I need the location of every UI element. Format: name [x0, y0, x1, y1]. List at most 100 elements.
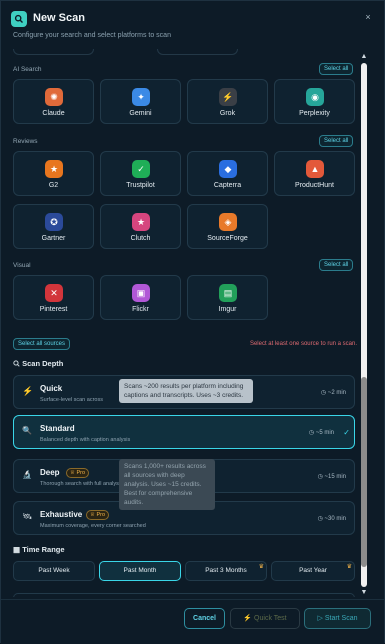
vertical-scrollbar[interactable]: ▲ ▼ [358, 51, 370, 599]
depth-name: Quick [40, 384, 63, 393]
platform-label: Imgur [218, 306, 237, 313]
modal-footer: Cancel ⚡ Quick Test ▷ Start Scan [1, 599, 384, 644]
select-all-reviews-button[interactable]: Select all [319, 135, 354, 147]
modal-header: New Scan Configure your search and selec… [11, 11, 374, 51]
platform-tile-capterra[interactable]: ◆ Capterra [187, 151, 268, 196]
select-all-ai-search-button[interactable]: Select all [319, 63, 354, 75]
pro-badge: ♕ Pro [86, 510, 110, 520]
platform-tile-sourceforge[interactable]: ◈ SourceForge [187, 204, 268, 249]
grok-icon: ⚡ [219, 88, 237, 106]
modal-subtitle: Configure your search and select platfor… [13, 32, 171, 39]
scan-options-scroll-area[interactable]: AI Search Select all ✺ Claude ✦ Gemini ⚡… [11, 49, 361, 597]
no-source-warning: Select at least one source to run a scan… [249, 341, 357, 347]
pro-label: Pro [96, 512, 106, 518]
modal-title: New Scan [33, 12, 85, 24]
g2-icon: ★ [45, 160, 63, 178]
depth-time: ◷ ~15 min [317, 474, 346, 480]
pinterest-icon: ✕ [45, 284, 63, 302]
time-range-past-year[interactable]: Past Year ♛ [271, 561, 355, 581]
clutch-icon: ★ [132, 213, 150, 231]
crown-icon: ♛ [258, 564, 264, 570]
cancel-button[interactable]: Cancel [184, 608, 225, 629]
depth-time-value: ~15 min [324, 474, 346, 480]
pro-badge: ♕ Pro [66, 468, 90, 478]
select-all-sources-button[interactable]: Select all sources [13, 338, 71, 350]
satellite-icon: 🛰 [22, 512, 33, 521]
platform-tile-gemini[interactable]: ✦ Gemini [100, 79, 181, 124]
sourceforge-icon: ◈ [219, 213, 237, 231]
producthunt-icon: ▲ [306, 160, 324, 178]
scrollbar-thumb[interactable] [361, 377, 367, 567]
time-range-label: Past 3 Months [205, 567, 247, 574]
play-icon: ▷ [317, 615, 323, 622]
platform-label: Trustpilot [126, 182, 155, 189]
depth-description: Surface-level scan across [40, 397, 103, 403]
scan-depth-heading: Scan Depth [13, 359, 63, 368]
platform-tile-imgur[interactable]: ▤ Imgur [187, 275, 268, 320]
time-range-label: Time Range [22, 545, 65, 554]
capterra-icon: ◆ [219, 160, 237, 178]
depth-time: ◷ ~5 min [308, 430, 334, 436]
start-scan-button[interactable]: ▷ Start Scan [304, 608, 371, 629]
platform-label: Perplexity [299, 110, 330, 117]
platform-label: G2 [48, 182, 59, 189]
platform-tile-pinterest[interactable]: ✕ Pinterest [13, 275, 94, 320]
platform-label: SourceForge [207, 235, 248, 242]
magnifier-icon: 🔍 [22, 426, 32, 435]
time-range-past-week[interactable]: Past Week [13, 561, 95, 581]
scroll-down-icon[interactable]: ▼ [360, 589, 368, 597]
platform-label: Grok [219, 110, 236, 117]
microscope-icon: 🔬 [22, 470, 32, 479]
platform-label: Clutch [130, 235, 151, 242]
platform-tile-trustpilot[interactable]: ✓ Trustpilot [100, 151, 181, 196]
time-range-heading: ▦ Time Range [13, 545, 65, 554]
depth-description: Balanced depth with caption analysis [40, 437, 131, 443]
depth-time-value: ~5 min [315, 430, 334, 436]
standard-tooltip: Scans ~200 results per platform includin… [119, 379, 253, 403]
platform-tile-clutch[interactable]: ★ Clutch [100, 204, 181, 249]
calendar-icon: ▦ [13, 545, 21, 554]
depth-name: Deep [40, 468, 60, 477]
section-label-reviews: Reviews [13, 138, 38, 145]
platform-tile-gartner[interactable]: ✪ Gartner [13, 204, 94, 249]
platform-tile-claude[interactable]: ✺ Claude [13, 79, 94, 124]
close-icon[interactable]: × [362, 11, 374, 23]
claude-icon: ✺ [45, 88, 63, 106]
depth-description: Maximum coverage, every corner searched [40, 523, 146, 529]
quick-test-button[interactable]: ⚡ Quick Test [230, 608, 300, 629]
depth-name: Standard [40, 424, 75, 433]
section-label-visual: Visual [13, 262, 31, 269]
search-logo-icon [11, 11, 27, 27]
checkmark-icon: ✓ [343, 428, 350, 437]
depth-time-value: ~30 min [324, 516, 346, 522]
search-icon [13, 360, 20, 367]
deep-tooltip: Scans 1,000+ results across all sources … [119, 459, 215, 510]
crown-icon: ♛ [346, 564, 352, 570]
time-range-past-3-months[interactable]: Past 3 Months ♛ [185, 561, 267, 581]
platform-tile-g2[interactable]: ★ G2 [13, 151, 94, 196]
scroll-up-icon[interactable]: ▲ [360, 53, 368, 61]
platform-tile-perplexity[interactable]: ◉ Perplexity [274, 79, 355, 124]
gartner-icon: ✪ [45, 213, 63, 231]
platform-tile-flickr[interactable]: ▣ Flickr [100, 275, 181, 320]
gemini-icon: ✦ [132, 88, 150, 106]
platform-label: Gartner [41, 235, 66, 242]
time-range-label: Past Year [299, 567, 327, 574]
platform-tile-grok[interactable]: ⚡ Grok [187, 79, 268, 124]
platform-tile-producthunt[interactable]: ▲ ProductHunt [274, 151, 355, 196]
pro-label: Pro [76, 470, 86, 476]
partial-tile [157, 49, 238, 55]
platform-label: Flickr [132, 306, 149, 313]
depth-name: Exhaustive [40, 510, 83, 519]
quick-test-label: Quick Test [254, 615, 287, 622]
select-all-visual-button[interactable]: Select all [319, 259, 354, 271]
lightning-icon: ⚡ [243, 615, 253, 622]
imgur-icon: ▤ [219, 284, 237, 302]
time-range-past-month[interactable]: Past Month [99, 561, 181, 581]
platform-label: Claude [42, 110, 65, 117]
platform-label: Capterra [213, 182, 242, 189]
partial-tile [13, 49, 94, 55]
depth-option-standard[interactable]: 🔍 Standard Balanced depth with caption a… [13, 415, 355, 449]
new-scan-modal: New Scan Configure your search and selec… [0, 0, 385, 644]
depth-time: ◷ ~2 min [320, 390, 346, 396]
